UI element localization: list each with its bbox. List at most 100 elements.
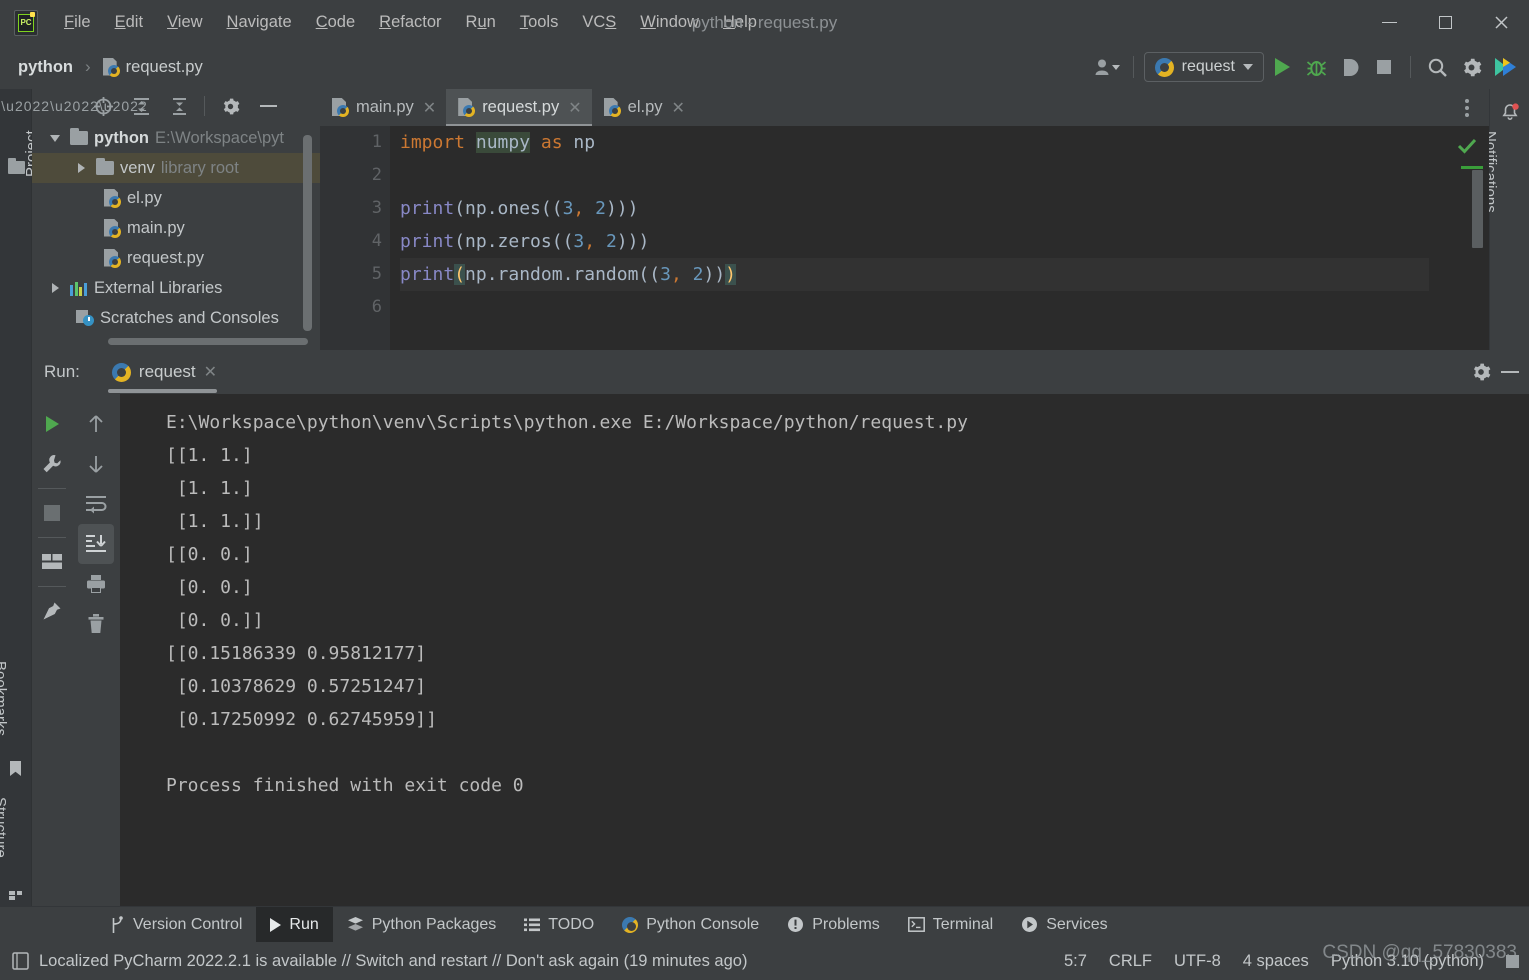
chevron-right-icon[interactable] <box>72 163 90 173</box>
expr-body: np.ones(( <box>465 198 563 219</box>
menu-tools[interactable]: Tools <box>508 9 571 36</box>
tree-item-external-libraries[interactable]: External Libraries <box>32 273 320 303</box>
breadcrumb-file[interactable]: request.py <box>99 56 207 79</box>
line-number: 5 <box>371 264 382 284</box>
menu-refactor[interactable]: Refactor <box>367 9 453 36</box>
select-opened-file-button[interactable] <box>84 91 122 121</box>
rerun-button[interactable] <box>34 404 70 444</box>
clear-all-button[interactable] <box>78 604 114 644</box>
bookmark-icon[interactable] <box>10 761 21 776</box>
menu-edit[interactable]: Edit <box>103 9 155 36</box>
project-horizontal-scrollbar[interactable] <box>108 338 308 345</box>
tree-item-el-py[interactable]: el.py <box>32 183 320 213</box>
tool-window-version-control[interactable]: Version Control <box>96 907 256 943</box>
menu-view[interactable]: View <box>155 9 214 36</box>
line-separator[interactable]: CRLF <box>1109 952 1152 971</box>
file-encoding[interactable]: UTF-8 <box>1174 952 1221 971</box>
run-console-output[interactable]: E:\Workspace\python\venv\Scripts\python.… <box>120 394 1529 920</box>
run-configuration-selector[interactable]: request <box>1143 52 1264 82</box>
hide-project-panel-button[interactable] <box>249 91 287 121</box>
layout-settings-button[interactable] <box>34 542 70 582</box>
packages-icon <box>347 917 363 931</box>
sidebar-item-bookmarks[interactable]: Bookmarks <box>0 661 9 736</box>
scroll-to-end-button[interactable] <box>78 524 114 564</box>
close-tab-icon[interactable]: ✕ <box>568 98 581 118</box>
close-tab-icon[interactable]: ✕ <box>423 98 436 118</box>
project-options-button[interactable] <box>211 91 249 121</box>
sidebar-item-structure[interactable]: Structure <box>0 797 9 858</box>
run-tab-request[interactable]: request ✕ <box>102 357 227 393</box>
minimize-button[interactable] <box>1361 0 1417 45</box>
search-everywhere-button[interactable] <box>1421 52 1453 82</box>
structure-icon[interactable] <box>9 885 23 900</box>
editor-tab-el-py[interactable]: el.py ✕ <box>592 89 695 126</box>
menu-navigate[interactable]: Navigate <box>215 9 304 36</box>
tree-item-main-py[interactable]: main.py <box>32 213 320 243</box>
close-run-tab-icon[interactable]: ✕ <box>204 362 217 382</box>
status-message[interactable]: Localized PyCharm 2022.2.1 is available … <box>39 952 747 971</box>
tree-item-scratches-and-consoles[interactable]: Scratches and Consoles <box>32 303 320 333</box>
console-line-4: [[0. 0.] <box>166 544 253 565</box>
collapse-all-button[interactable] <box>160 91 198 121</box>
code-editor[interactable]: 1 2 3 4 5 6 import numpy as np print(np.… <box>320 126 1489 350</box>
settings-button[interactable] <box>1455 52 1487 82</box>
chevron-right-icon[interactable] <box>46 283 64 293</box>
maximize-button[interactable] <box>1417 0 1473 45</box>
tree-item-request-py[interactable]: request.py <box>32 243 320 273</box>
indent-setting[interactable]: 4 spaces <box>1243 952 1309 971</box>
menu-file[interactable]: File <box>52 9 103 36</box>
chevron-down-icon <box>1243 64 1253 70</box>
python-file-icon <box>104 248 121 268</box>
close-button[interactable] <box>1473 0 1529 45</box>
pycharm-brand-button[interactable] <box>1489 52 1521 82</box>
edit-configuration-button[interactable] <box>34 444 70 484</box>
bell-icon[interactable] <box>1501 103 1519 120</box>
arg-rows: 3 <box>562 198 574 219</box>
tree-item-python[interactable]: python E:\Workspace\pyt <box>32 123 320 153</box>
menu-window[interactable]: Window <box>628 9 711 36</box>
stop-button[interactable] <box>1368 52 1400 82</box>
print-button[interactable] <box>78 564 114 604</box>
tool-window-todo[interactable]: TODO <box>510 907 608 943</box>
editor-tab-request-py[interactable]: request.py ✕ <box>446 89 592 126</box>
ide-message-button[interactable] <box>12 952 29 970</box>
run-coverage-button[interactable] <box>1334 52 1366 82</box>
tree-item-venv[interactable]: venv library root <box>32 153 320 183</box>
editor-tab-main-py[interactable]: main.py ✕ <box>320 89 446 126</box>
soft-wrap-icon <box>86 496 107 514</box>
tool-window-services[interactable]: Services <box>1007 907 1121 943</box>
tool-window-python-console[interactable]: Python Console <box>608 907 773 943</box>
green-check-icon[interactable] <box>1457 136 1477 156</box>
tool-window-python-packages[interactable]: Python Packages <box>333 907 511 943</box>
menu-run[interactable]: Run <box>454 9 508 36</box>
tool-window-terminal[interactable]: Terminal <box>894 907 1007 943</box>
run-button[interactable] <box>1266 52 1298 82</box>
chevron-down-icon[interactable] <box>46 135 64 142</box>
menu-code[interactable]: Code <box>304 9 367 36</box>
stop-process-button[interactable] <box>34 493 70 533</box>
next-occurrence-button[interactable] <box>78 444 114 484</box>
soft-wrap-button[interactable] <box>78 484 114 524</box>
prev-occurrence-button[interactable] <box>78 404 114 444</box>
editor-more-options-button[interactable] <box>1453 89 1481 126</box>
menu-help[interactable]: Help <box>711 9 769 36</box>
paren-open: ( <box>454 231 466 252</box>
hide-run-panel-button[interactable] <box>1501 371 1519 373</box>
user-account-icon[interactable] <box>1091 52 1123 82</box>
project-folder-icon[interactable] <box>8 158 25 174</box>
pin-tab-button[interactable] <box>34 591 70 631</box>
close-tab-icon[interactable]: ✕ <box>672 98 685 118</box>
expand-all-button[interactable] <box>122 91 160 121</box>
project-scope-button[interactable]: \u2022\u2022\u2022 <box>1 91 146 121</box>
breadcrumb-project[interactable]: python <box>14 56 77 79</box>
editor-vertical-scrollbar[interactable] <box>1472 170 1483 248</box>
run-settings-button[interactable] <box>1471 362 1491 382</box>
caret-position[interactable]: 5:7 <box>1064 952 1087 971</box>
debug-button[interactable] <box>1300 52 1332 82</box>
console-line-6: [0. 0.]] <box>166 610 264 631</box>
project-vertical-scrollbar[interactable] <box>303 135 312 331</box>
tool-window-run[interactable]: Run <box>256 906 333 943</box>
tool-window-problems[interactable]: Problems <box>773 907 894 943</box>
menu-vcs[interactable]: VCS <box>570 9 628 36</box>
